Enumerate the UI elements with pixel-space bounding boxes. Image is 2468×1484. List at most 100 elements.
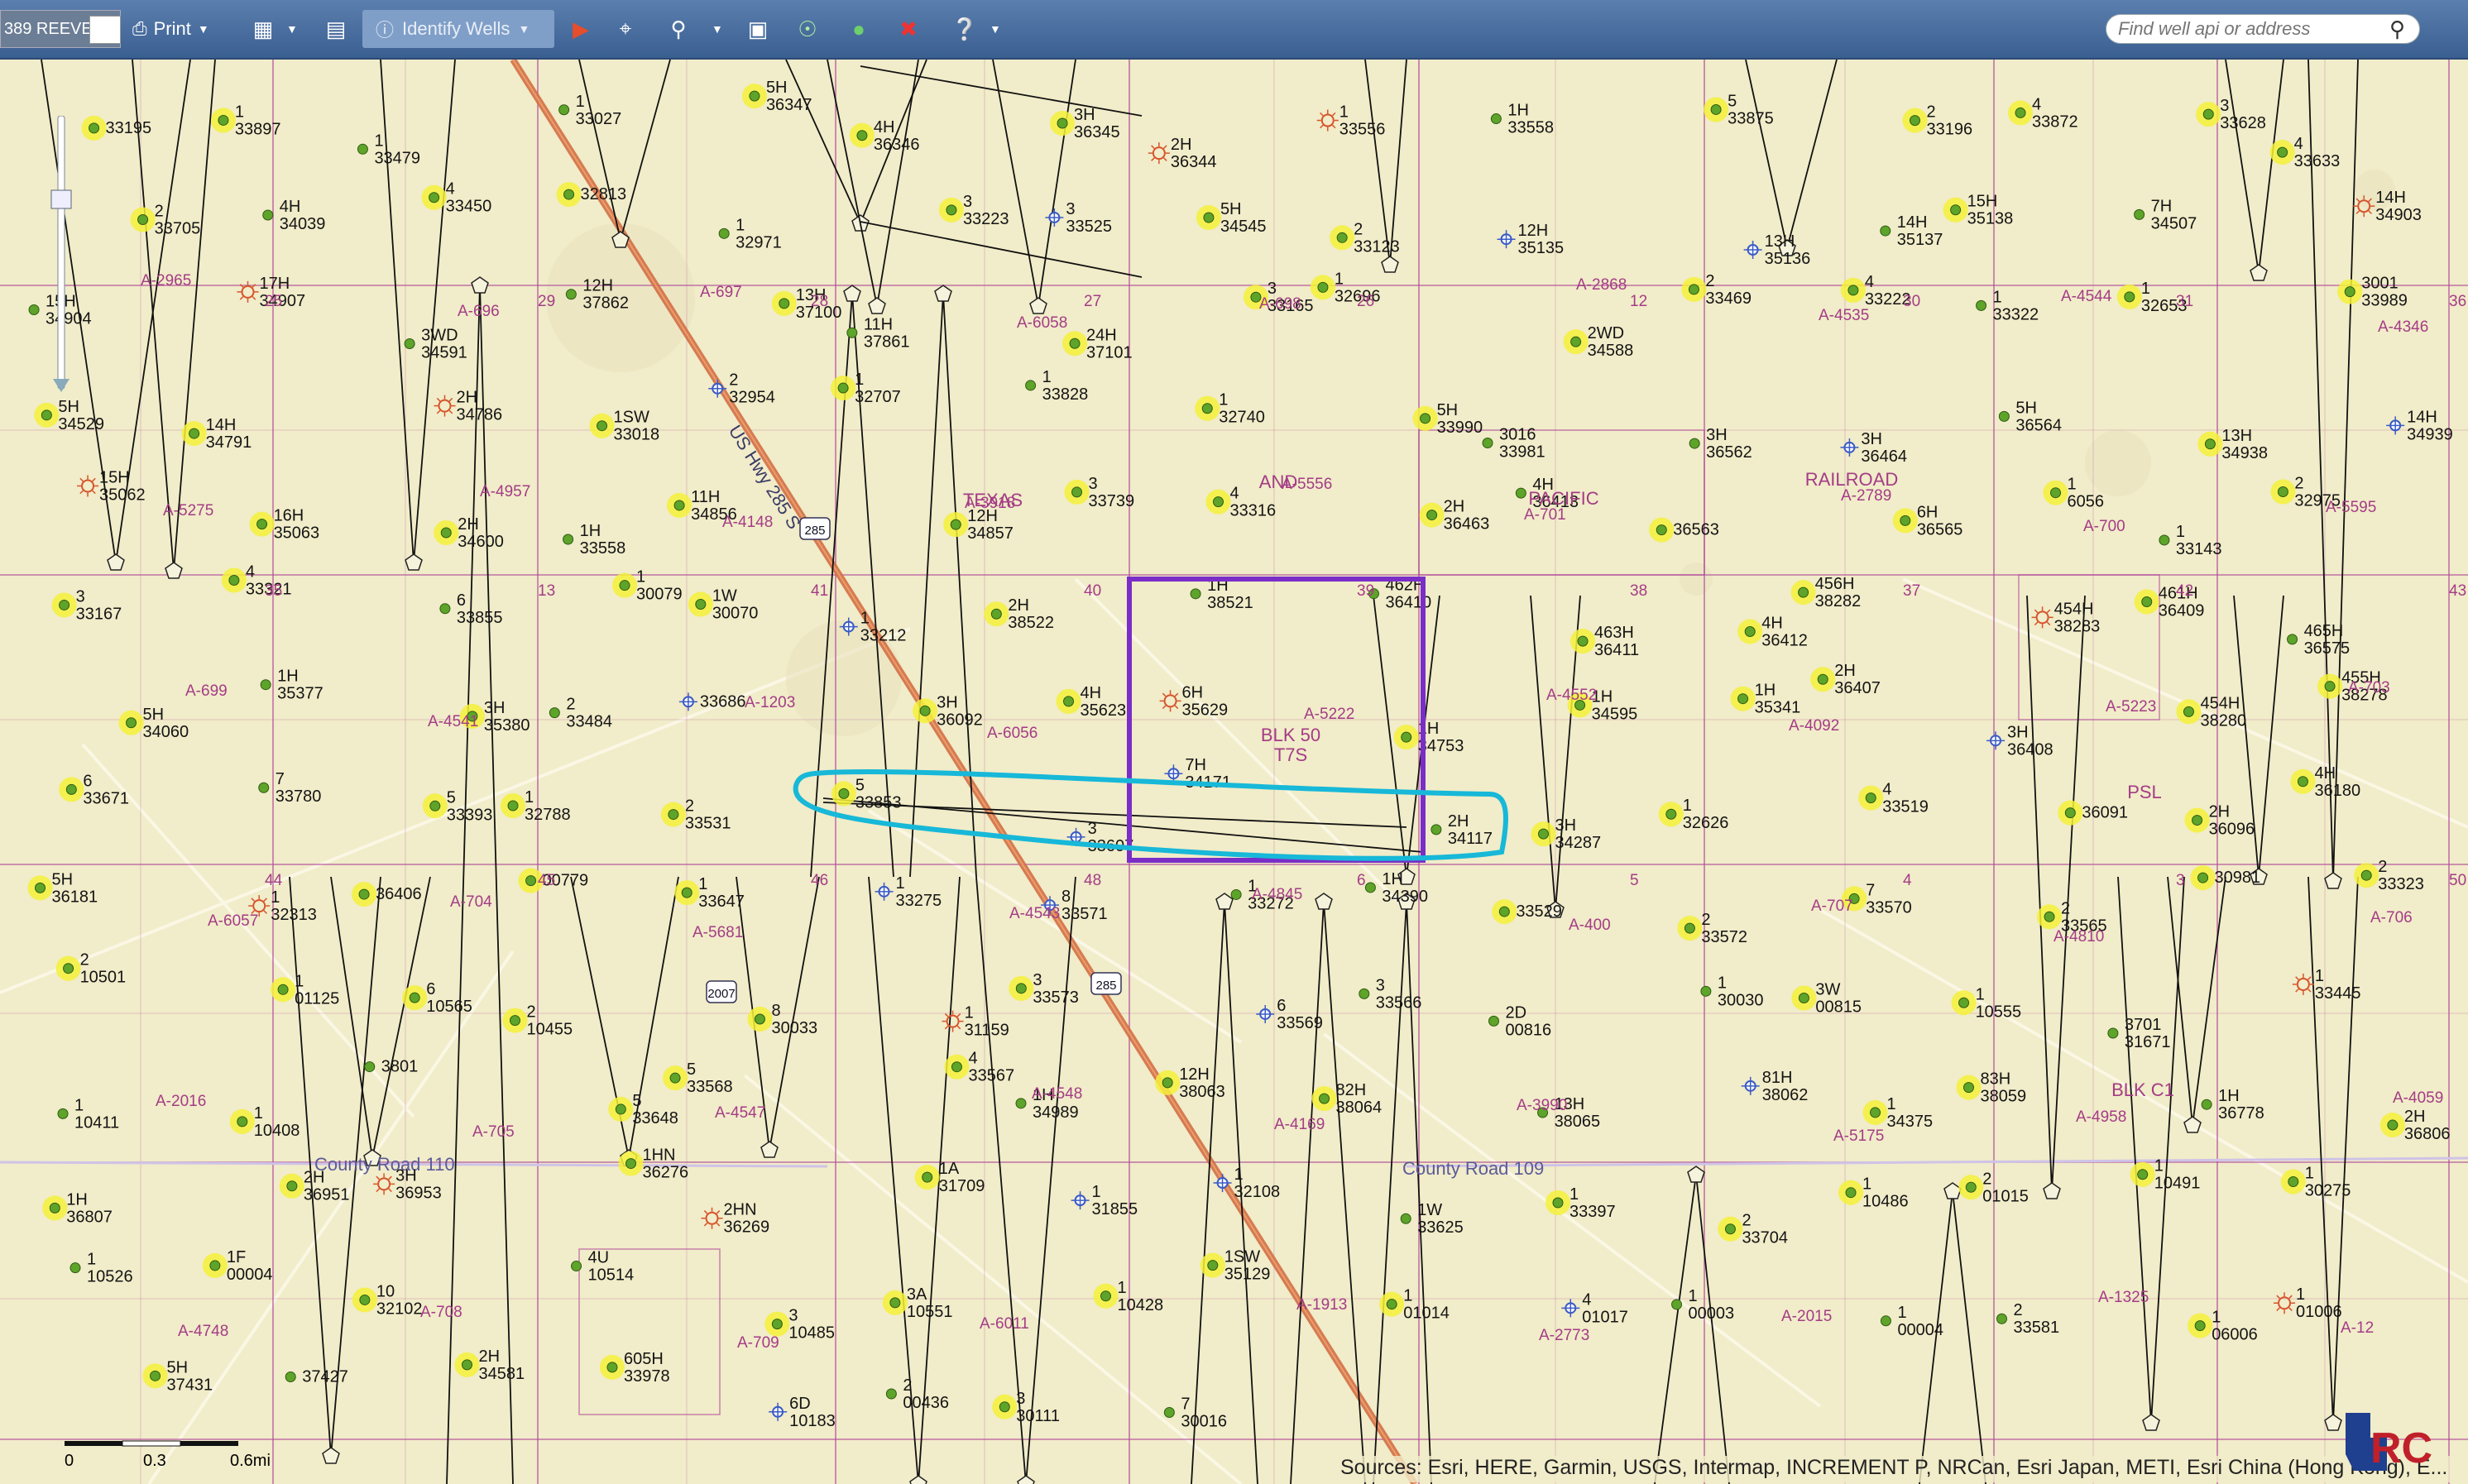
well-marker[interactable] [2270,479,2296,505]
well-marker[interactable] [260,679,271,691]
well-marker[interactable] [914,1165,940,1190]
well-marker[interactable] [1056,688,1081,714]
well-marker[interactable] [846,327,858,338]
well-marker[interactable] [1009,975,1034,1001]
well-marker[interactable] [2290,768,2316,794]
fullextent-icon[interactable]: ▣ [743,10,773,48]
well-marker[interactable] [1064,479,1090,505]
well-marker[interactable] [1205,489,1231,515]
well-marker[interactable] [1902,108,1928,133]
well-marker[interactable] [2379,1113,2405,1138]
well-marker[interactable] [2337,279,2363,304]
zoom-slider[interactable] [50,116,74,397]
well-marker[interactable] [27,875,53,901]
well-marker[interactable] [747,1006,773,1032]
well-marker[interactable] [55,955,81,981]
well-marker[interactable] [221,567,247,593]
well-marker[interactable] [660,802,686,827]
well-marker[interactable] [1062,331,1088,357]
well-marker[interactable] [2134,589,2159,615]
well-marker[interactable] [2116,284,2142,309]
well-marker[interactable] [2269,140,2295,165]
well-marker[interactable] [558,104,570,116]
well-marker[interactable] [352,882,377,907]
well-marker[interactable] [2043,480,2068,505]
well-marker[interactable] [831,376,856,401]
well-marker[interactable] [421,184,447,210]
well-marker[interactable] [2190,865,2216,891]
well-marker[interactable] [1810,667,1836,692]
well-marker[interactable] [1862,1099,1888,1125]
well-marker[interactable] [2058,800,2083,826]
well-marker[interactable] [357,143,368,155]
well-marker[interactable] [1190,588,1201,600]
well-marker[interactable] [938,197,964,223]
well-marker[interactable] [1996,1313,2007,1324]
well-marker[interactable] [608,1096,634,1122]
well-marker[interactable] [130,207,156,232]
well-marker[interactable] [663,1065,688,1091]
well-marker[interactable] [718,227,730,239]
well-marker[interactable] [1892,508,1918,534]
well-marker[interactable] [1790,580,1816,606]
well-marker[interactable] [1155,1070,1181,1095]
well-marker[interactable] [1689,438,1700,449]
clear-icon[interactable]: ✖ [894,10,923,48]
zoom-track[interactable] [57,116,65,390]
well-marker[interactable] [1976,299,1987,311]
crosshair-icon[interactable]: ⌖ [611,10,640,48]
well-marker[interactable] [1545,1190,1570,1216]
well-marker[interactable] [1531,821,1556,847]
well-marker[interactable] [1791,985,1817,1011]
well-marker[interactable] [439,603,451,615]
well-marker[interactable] [1419,502,1445,528]
grid-icon[interactable]: ▦ [248,10,278,48]
well-marker[interactable] [202,1252,228,1278]
well-marker[interactable] [1677,916,1703,941]
well-marker[interactable] [1200,1252,1225,1278]
well-marker[interactable] [1310,275,1335,300]
well-marker[interactable] [1330,225,1355,251]
well-marker[interactable] [571,1261,582,1272]
well-marker[interactable] [229,1108,255,1134]
well-marker[interactable] [2287,634,2298,645]
well-marker[interactable] [549,707,560,719]
well-marker[interactable] [1163,1406,1175,1418]
well-marker[interactable] [1956,1075,1982,1100]
well-marker[interactable] [1951,990,1977,1016]
well-marker[interactable] [1230,888,1242,900]
target-icon[interactable]: ☉ [793,10,822,48]
well-marker[interactable] [502,1008,528,1033]
well-marker[interactable] [1492,899,1517,925]
well-marker[interactable] [364,1061,376,1073]
map-canvas[interactable]: US Hwy 285 SCounty Road 110 County Road 1… [0,60,2468,1484]
county-dropdown-box[interactable] [89,16,121,44]
zoom-handle[interactable] [50,189,72,209]
well-marker[interactable] [285,1371,296,1382]
layers-icon[interactable]: ▤ [321,10,351,48]
well-marker[interactable] [262,209,274,221]
well-marker[interactable] [1943,197,1968,223]
well-marker[interactable] [2317,673,2343,699]
well-marker[interactable] [589,413,615,438]
well-marker[interactable] [1490,113,1502,125]
well-marker[interactable] [2008,100,2034,126]
well-marker[interactable] [1658,802,1684,827]
well-marker[interactable] [81,115,107,141]
well-marker[interactable] [1015,1098,1027,1109]
well-marker[interactable] [1364,882,1376,893]
well-marker[interactable] [1515,487,1526,499]
well-marker[interactable] [1025,380,1037,391]
well-marker[interactable] [563,534,574,545]
well-marker[interactable] [992,1394,1018,1419]
search-icon[interactable]: ⚲ [2389,17,2405,42]
well-marker[interactable] [51,592,77,618]
well-marker[interactable] [402,985,428,1011]
well-marker[interactable] [849,122,875,148]
well-marker[interactable] [1488,1015,1500,1027]
well-marker[interactable] [258,782,270,793]
well-marker[interactable] [2176,699,2202,725]
well-marker[interactable] [1880,1315,1891,1327]
well-marker[interactable] [118,710,144,735]
well-marker[interactable] [565,289,577,300]
